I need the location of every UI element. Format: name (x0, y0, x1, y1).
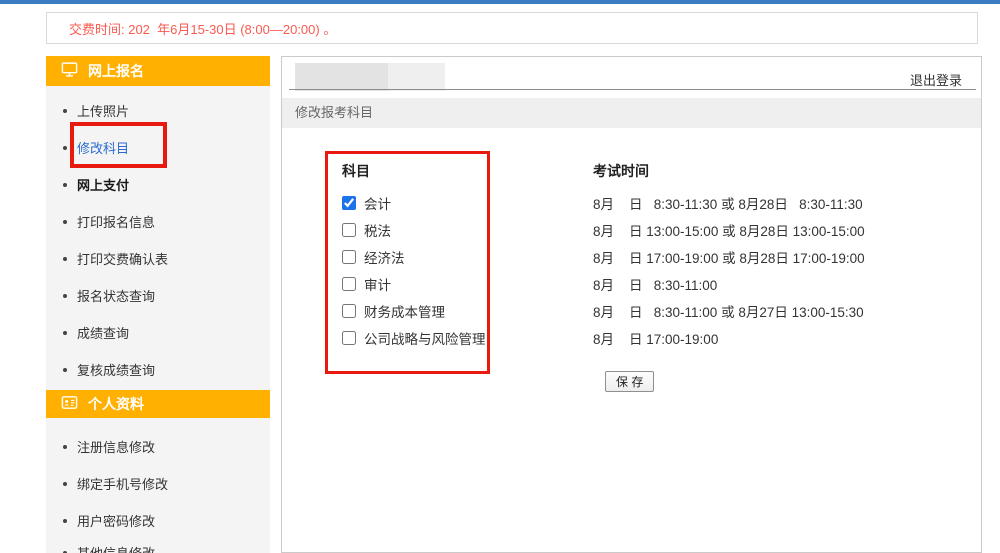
exam-time: 8月 日 13:00-15:00 或 8月28日 13:00-15:00 (593, 220, 865, 240)
subject-row: 审计 (342, 270, 486, 297)
sidebar-section-title: 网上报名 (88, 61, 144, 81)
subject-label: 财务成本管理 (364, 301, 445, 321)
payment-notice-text: 交费时间: 202 年6月15-30日 (8:00—20:00) 。 (69, 19, 336, 38)
sidebar-item-registration-info-modify[interactable]: 注册信息修改 (46, 428, 270, 465)
time-row: 8月 日 8:30-11:30 或 8月28日 8:30-11:30 (593, 189, 865, 216)
exam-time-column: 考试时间 8月 日 8:30-11:30 或 8月28日 8:30-11:30 … (593, 161, 865, 351)
subject-label: 经济法 (364, 247, 405, 267)
subject-row: 财务成本管理 (342, 297, 486, 324)
subject-column-header: 科目 (342, 161, 486, 181)
subject-row: 公司战略与风险管理 (342, 324, 486, 351)
subject-label: 税法 (364, 220, 391, 240)
sidebar-item-registration-status-query[interactable]: 报名状态查询 (46, 277, 270, 314)
top-accent-bar (0, 0, 1000, 4)
subject-label: 审计 (364, 274, 391, 294)
bullet-icon (63, 257, 67, 261)
header-divider (289, 89, 976, 90)
exam-time-column-header: 考试时间 (593, 161, 865, 181)
sidebar-item-score-query[interactable]: 成绩查询 (46, 314, 270, 351)
main-panel: 退出登录 修改报考科目 科目 会计 税法 经济法 审计 财务成本管理 (281, 56, 982, 553)
sidebar-item-score-review-query[interactable]: 复核成绩查询 (46, 351, 270, 388)
sidebar-item-modify-subjects[interactable]: 修改科目 (46, 129, 270, 166)
exam-time: 8月 日 17:00-19:00 (593, 328, 718, 348)
sidebar-item-bound-phone-modify[interactable]: 绑定手机号修改 (46, 465, 270, 502)
exam-time: 8月 日 8:30-11:00 (593, 274, 717, 294)
time-row: 8月 日 8:30-11:00 (593, 270, 865, 297)
sidebar-item-online-payment[interactable]: 网上支付 (46, 166, 270, 203)
bullet-icon (63, 294, 67, 298)
bullet-icon (63, 482, 67, 486)
sidebar-item-upload-photo[interactable]: 上传照片 (46, 92, 270, 129)
bullet-icon (63, 368, 67, 372)
bullet-icon (63, 146, 67, 150)
subject-label: 会计 (364, 193, 391, 213)
sidebar-item-print-registration-info[interactable]: 打印报名信息 (46, 203, 270, 240)
save-button[interactable]: 保 存 (605, 371, 654, 392)
subject-row: 会计 (342, 189, 486, 216)
subject-checkbox-financial-cost-management[interactable] (342, 304, 356, 318)
monitor-icon (61, 61, 78, 81)
sidebar-item-print-payment-confirmation[interactable]: 打印交费确认表 (46, 240, 270, 277)
time-row: 8月 日 17:00-19:00 (593, 324, 865, 351)
payment-notice-box: 交费时间: 202 年6月15-30日 (8:00—20:00) 。 (46, 12, 978, 44)
sidebar: 网上报名 上传照片 修改科目 网上支付 打印报名信息 打印交费确认表 报名状态查… (46, 56, 270, 553)
subject-checkbox-tax-law[interactable] (342, 223, 356, 237)
bullet-icon (63, 519, 67, 523)
time-row: 8月 日 17:00-19:00 或 8月28日 17:00-19:00 (593, 243, 865, 270)
bullet-icon (63, 445, 67, 449)
subject-checkbox-strategy-risk-management[interactable] (342, 331, 356, 345)
subject-checkbox-economic-law[interactable] (342, 250, 356, 264)
exam-time: 8月 日 8:30-11:00 或 8月27日 13:00-15:30 (593, 301, 864, 321)
subject-row: 税法 (342, 216, 486, 243)
user-name-redacted (295, 63, 445, 91)
sidebar-section-online-registration: 网上报名 (46, 56, 270, 86)
subject-column: 科目 会计 税法 经济法 审计 财务成本管理 (342, 161, 486, 351)
subject-row: 经济法 (342, 243, 486, 270)
time-row: 8月 日 13:00-15:00 或 8月28日 13:00-15:00 (593, 216, 865, 243)
page-title: 修改报考科目 (282, 98, 981, 128)
subject-checkbox-accounting[interactable] (342, 196, 356, 210)
bullet-icon (63, 220, 67, 224)
sidebar-item-user-password-modify[interactable]: 用户密码修改 (46, 502, 270, 539)
sidebar-item-clipped[interactable]: 其他信息修改 (46, 539, 270, 553)
subject-label: 公司战略与风险管理 (364, 328, 486, 348)
time-row: 8月 日 8:30-11:00 或 8月27日 13:00-15:30 (593, 297, 865, 324)
bullet-icon (63, 109, 67, 113)
bullet-icon (63, 331, 67, 335)
sidebar-section-title: 个人资料 (88, 394, 144, 414)
id-card-icon (61, 394, 78, 414)
exam-time: 8月 日 17:00-19:00 或 8月28日 17:00-19:00 (593, 247, 865, 267)
sidebar-section-personal-info: 个人资料 (46, 390, 270, 418)
logout-link[interactable]: 退出登录 (910, 70, 962, 89)
subject-checkbox-auditing[interactable] (342, 277, 356, 291)
exam-time: 8月 日 8:30-11:30 或 8月28日 8:30-11:30 (593, 193, 863, 213)
bullet-icon (63, 183, 67, 187)
